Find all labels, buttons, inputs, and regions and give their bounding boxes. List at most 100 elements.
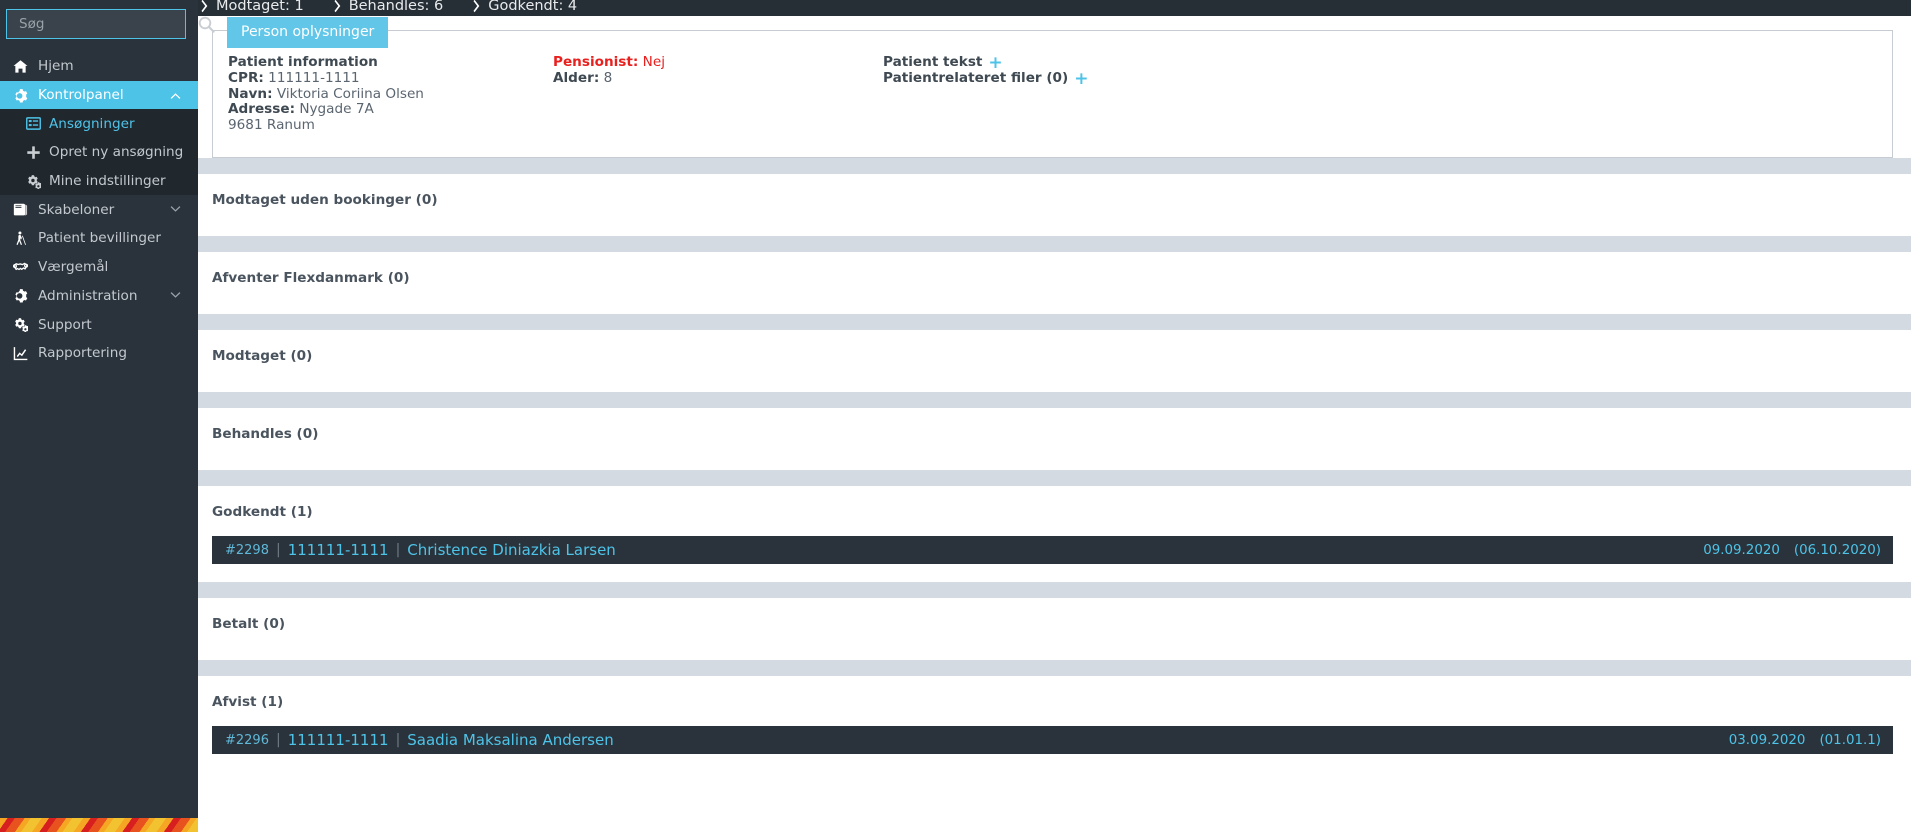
- record-list: #2298 | 111111-1111 | Christence Diniazkia L…: [212, 536, 1893, 564]
- status-crumb-0[interactable]: Modtaget: 1: [200, 0, 304, 16]
- chevron-down-icon-wrap[interactable]: [169, 203, 182, 216]
- chevron-down-icon-wrap[interactable]: [169, 289, 182, 302]
- record-name[interactable]: Saadia Maksalina Andersen: [407, 731, 613, 749]
- adresse-value: Nygade 7A: [299, 101, 374, 118]
- sidebar-item-hjem[interactable]: Hjem: [0, 52, 198, 81]
- patient-status-column: Pensionist: Nej Alder: 8: [553, 54, 883, 134]
- section-body: #2296 | 111111-1111 | Saadia Maksalina Ander…: [198, 710, 1911, 772]
- alder-label: Alder:: [553, 69, 600, 86]
- handshake-icon: [13, 262, 28, 270]
- section-modtaget-uden-bookinger: Modtaget uden bookinger (0): [198, 174, 1911, 236]
- chevron-right-icon: [334, 0, 341, 13]
- gears-icon: [27, 174, 41, 189]
- adresse-row: Adresse: Nygade 7A: [228, 101, 553, 118]
- status-crumb-label: Modtaget: 1: [216, 0, 304, 14]
- section-separator: [198, 236, 1911, 252]
- sidebar-item-mine-indstillinger[interactable]: Mine indstillinger: [0, 167, 198, 196]
- chevron-up-icon-wrap[interactable]: [169, 89, 182, 102]
- sidebar-item-label: Mine indstillinger: [49, 173, 166, 190]
- section-count: (0): [263, 616, 286, 632]
- book-icon: [13, 203, 28, 216]
- patient-tekst-label: Patient tekst: [883, 54, 983, 70]
- section-separator: [198, 582, 1911, 598]
- sidebar-item-label: Værgemål: [38, 259, 109, 276]
- add-patientrelateret-fil-icon[interactable]: +: [1074, 69, 1088, 89]
- record-cpr[interactable]: 111111-1111: [288, 541, 389, 559]
- section-body: [198, 442, 1911, 470]
- sidebar-item-rapportering[interactable]: Rapportering: [0, 339, 198, 368]
- patientrelateret-filer-label: Patientrelateret filer (0): [883, 69, 1069, 86]
- record-date-secondary: (01.01.1): [1819, 732, 1881, 748]
- status-crumb-1[interactable]: Behandles: 6: [333, 0, 443, 16]
- sidebar-item-label: Support: [38, 316, 92, 333]
- sidebar-item-administration[interactable]: Administration: [0, 282, 198, 311]
- list-box-icon-wrap: [22, 116, 44, 131]
- record-name[interactable]: Christence Diniazkia Larsen: [407, 541, 616, 559]
- gears-icon-wrap: [22, 174, 44, 189]
- section-title-text: Betalt: [212, 616, 259, 632]
- home-icon: [13, 60, 28, 73]
- blind-person-icon-wrap: [8, 231, 33, 246]
- sidebar-item-opret-ny-ansøgning[interactable]: Opret ny ansøgning: [0, 138, 198, 167]
- record-identity: #2298 | 111111-1111 | Christence Diniazkia L…: [225, 541, 616, 559]
- section-count: (1): [261, 694, 284, 710]
- sidebar-item-support[interactable]: Support: [0, 310, 198, 339]
- alder-value: 8: [603, 69, 613, 86]
- section-title-text: Modtaget: [212, 348, 286, 364]
- record-date-primary: 09.09.2020: [1703, 542, 1780, 558]
- section-title: Afventer Flexdanmark (0): [198, 252, 1911, 286]
- sidebar-item-label: Ansøgninger: [49, 115, 135, 132]
- section-afventer-flexdanmark: Afventer Flexdanmark (0): [198, 252, 1911, 314]
- record-row[interactable]: #2296 | 111111-1111 | Saadia Maksalina Ander…: [212, 726, 1893, 754]
- section-title-text: Behandles: [212, 426, 292, 442]
- adresse-line2: 9681 Ranum: [228, 117, 315, 134]
- search-button[interactable]: [198, 10, 215, 38]
- section-separator: [198, 660, 1911, 676]
- search-box[interactable]: [6, 9, 215, 39]
- gear-icon: [15, 88, 28, 103]
- sidebar-item-label: Hjem: [38, 58, 74, 75]
- gear-icon-wrap: [8, 88, 33, 103]
- gears-icon-wrap: [8, 317, 33, 333]
- section-godkendt: Godkendt (1) #2298 | 111111-1111 | Christence…: [198, 486, 1911, 582]
- section-separator: [198, 470, 1911, 486]
- search-input[interactable]: [7, 16, 198, 32]
- blind-person-icon: [16, 231, 26, 245]
- sidebar-item-label: Opret ny ansøgning: [49, 144, 184, 161]
- add-patient-tekst-icon[interactable]: +: [988, 53, 1002, 73]
- navn-row: Navn: Viktoria Coriina Olsen: [228, 85, 553, 103]
- record-cpr[interactable]: 111111-1111: [288, 731, 389, 749]
- chevron-down-icon: [170, 292, 181, 299]
- sidebar-item-skabeloner[interactable]: Skabeloner: [0, 195, 198, 224]
- chevron-right-icon: [333, 0, 342, 14]
- plus-icon-wrap: [22, 145, 44, 160]
- record-id[interactable]: #2296: [225, 733, 269, 748]
- pensionist-label: Pensionist:: [553, 54, 639, 70]
- application-sections: Modtaget uden bookinger (0) Afventer Flex…: [198, 158, 1911, 772]
- record-divider: |: [395, 732, 401, 748]
- hazard-stripe-bar: [0, 818, 198, 832]
- record-dates: 09.09.2020 (06.10.2020): [1703, 543, 1881, 558]
- patient-information-column: Patient information CPR: 111111-1111 Nav…: [228, 54, 553, 134]
- cpr-row: CPR: 111111-1111: [228, 70, 553, 87]
- record-id[interactable]: #2298: [225, 543, 269, 558]
- sidebar-item-værgemål[interactable]: Værgemål: [0, 253, 198, 282]
- plus-icon: [26, 146, 40, 159]
- section-afvist: Afvist (1) #2296 | 111111-1111 | Saadia Maksa…: [198, 676, 1911, 772]
- record-row[interactable]: #2298 | 111111-1111 | Christence Diniazkia L…: [212, 536, 1893, 564]
- navn-value: Viktoria Coriina Olsen: [276, 85, 424, 102]
- chevron-right-icon: [473, 0, 480, 13]
- status-crumb-list: Modtaget: 1 Behandles: 6 Godkendt: 4: [200, 0, 606, 16]
- adresse-label: Adresse:: [228, 101, 296, 118]
- sidebar-item-kontrolpanel[interactable]: Kontrolpanel: [0, 80, 198, 110]
- patient-attachments-column: Patient tekst + Patientrelateret filer (0…: [883, 53, 1283, 134]
- section-title: Modtaget (0): [198, 330, 1911, 364]
- section-title: Behandles (0): [198, 408, 1911, 442]
- person-oplysninger-tab[interactable]: Person oplysninger: [227, 17, 389, 48]
- status-crumb-2[interactable]: Godkendt: 4: [472, 0, 577, 16]
- sidebar-item-ansøgninger[interactable]: Ansøgninger: [0, 109, 198, 138]
- sidebar-item-patient-bevillinger[interactable]: Patient bevillinger: [0, 224, 198, 253]
- section-title: Godkendt (1): [198, 486, 1911, 520]
- sidebar-submenu: Ansøgninger Opret ny ansøgning Mine indsti…: [0, 109, 198, 196]
- section-title: Modtaget uden bookinger (0): [198, 174, 1911, 208]
